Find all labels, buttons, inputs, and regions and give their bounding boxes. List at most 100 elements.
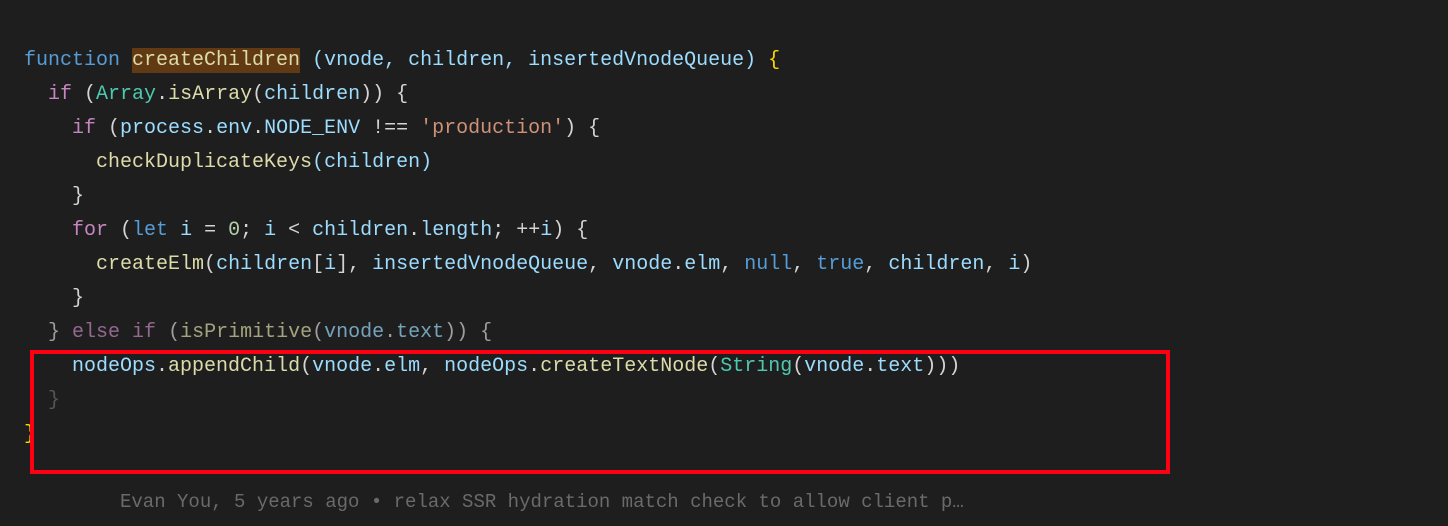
args: (children)	[312, 151, 432, 174]
code-line-5[interactable]: }	[24, 180, 1448, 214]
close: ) {	[552, 219, 588, 242]
code-line-7[interactable]: createElm(children[i], insertedVnodeQueu…	[24, 248, 1448, 282]
punct: (	[96, 117, 120, 140]
bracket-close: ],	[336, 253, 372, 276]
var-vnode: vnode	[312, 355, 372, 378]
comma: ,	[588, 253, 612, 276]
indent	[24, 83, 48, 106]
indent	[24, 321, 48, 344]
var-nodeops2: nodeOps	[444, 355, 528, 378]
indent	[24, 117, 72, 140]
keyword-if: if	[48, 83, 72, 106]
code-line-9[interactable]: } else if (isPrimitive(vnode.text)) {	[24, 316, 1448, 350]
var-children: children	[312, 219, 408, 242]
fn-appendchild: appendChild	[168, 355, 300, 378]
code-line-11[interactable]: }	[24, 384, 1448, 418]
var-nodeops: nodeOps	[72, 355, 156, 378]
open-brace: {	[768, 49, 780, 72]
paren: (	[252, 83, 264, 106]
brace: {	[384, 83, 408, 106]
string-production: 'production'	[420, 117, 564, 140]
var-i2: i	[264, 219, 276, 242]
var-children2: children	[888, 253, 984, 276]
dot: .	[384, 321, 396, 344]
params: (vnode, children, insertedVnodeQueue)	[300, 49, 768, 72]
indent	[24, 355, 72, 378]
code-line-3[interactable]: if (process.env.NODE_ENV !== 'production…	[24, 112, 1448, 146]
indent	[24, 151, 96, 174]
close-brace: }	[72, 185, 84, 208]
dot: .	[408, 219, 420, 242]
fn-createtextnode: createTextNode	[540, 355, 708, 378]
var-i: i	[168, 219, 204, 242]
fn-checkdupkeys: checkDuplicateKeys	[96, 151, 312, 174]
code-line-1[interactable]: function createChildren (vnode, children…	[24, 10, 1448, 78]
indent	[24, 219, 72, 242]
dot: .	[156, 355, 168, 378]
null: null	[744, 253, 792, 276]
semi: ; ++	[492, 219, 540, 242]
true: true	[816, 253, 864, 276]
number-zero: 0	[228, 219, 240, 242]
var-vnode2: vnode	[804, 355, 864, 378]
var-children: children	[216, 253, 312, 276]
indent	[24, 389, 48, 412]
indent	[24, 253, 96, 276]
code-line-10[interactable]: nodeOps.appendChild(vnode.elm, nodeOps.c…	[24, 350, 1448, 384]
indent	[24, 185, 72, 208]
paren: (	[204, 253, 216, 276]
dot: .	[204, 117, 216, 140]
eq: =	[204, 219, 228, 242]
var-i: i	[324, 253, 336, 276]
prop-nodeenv: NODE_ENV	[264, 117, 360, 140]
fn-createelm: createElm	[96, 253, 204, 276]
close-brace: }	[48, 389, 60, 412]
punct: (	[72, 83, 96, 106]
code-editor[interactable]: function createChildren (vnode, children…	[0, 10, 1448, 452]
code-line-6[interactable]: for (let i = 0; i < children.length; ++i…	[24, 214, 1448, 248]
class-array: Array	[96, 83, 156, 106]
function-name-highlighted: createChildren	[132, 48, 300, 73]
close: )	[1020, 253, 1032, 276]
var-process: process	[120, 117, 204, 140]
dot: .	[528, 355, 540, 378]
dot: .	[252, 117, 264, 140]
paren: (	[312, 321, 324, 344]
semi: ;	[240, 219, 264, 242]
paren: (	[168, 321, 180, 344]
paren: (	[108, 219, 132, 242]
var-i2: i	[1008, 253, 1020, 276]
code-line-12[interactable]: }	[24, 418, 1448, 452]
paren: (	[708, 355, 720, 378]
keyword-function: function	[24, 49, 120, 72]
comma: ,	[420, 355, 444, 378]
paren: (	[300, 355, 312, 378]
code-line-2[interactable]: if (Array.isArray(children)) {	[24, 78, 1448, 112]
dot: .	[864, 355, 876, 378]
dot: .	[672, 253, 684, 276]
close-brace-final: }	[24, 423, 36, 446]
close: )) {	[444, 321, 492, 344]
code-line-4[interactable]: checkDuplicateKeys(children)	[24, 146, 1448, 180]
code-line-8[interactable]: }	[24, 282, 1448, 316]
comma: ,	[864, 253, 888, 276]
prop-text: text	[876, 355, 924, 378]
comma: ,	[984, 253, 1008, 276]
close: ) {	[564, 117, 600, 140]
method-isarray: isArray	[168, 83, 252, 106]
keyword-let: let	[132, 219, 168, 242]
close-brace: }	[48, 321, 60, 344]
var-vnode: vnode	[324, 321, 384, 344]
comma: ,	[792, 253, 816, 276]
dot: .	[156, 83, 168, 106]
lt: <	[276, 219, 312, 242]
prop-elm: elm	[684, 253, 720, 276]
paren: (	[792, 355, 804, 378]
operator-neq: !==	[360, 117, 420, 140]
arg-children: children	[264, 83, 360, 106]
paren-close: ))	[360, 83, 384, 106]
var-i3: i	[540, 219, 552, 242]
var-ivq: insertedVnodeQueue	[372, 253, 588, 276]
keyword-elseif: else if	[60, 321, 168, 344]
var-vnode: vnode	[612, 253, 672, 276]
